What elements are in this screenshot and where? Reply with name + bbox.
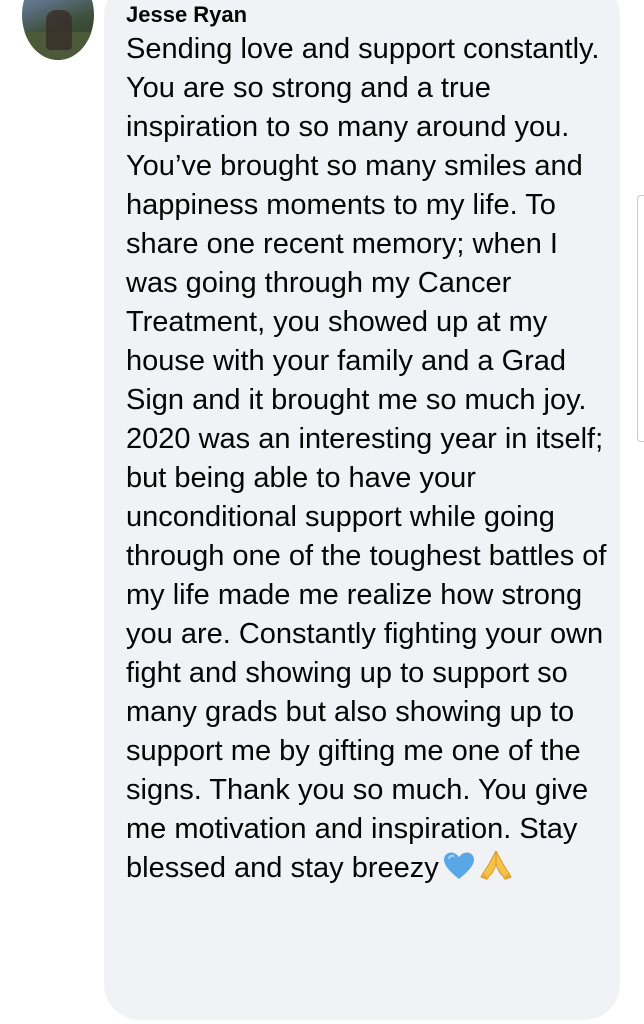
scrollbar[interactable] <box>637 195 644 442</box>
blue-heart-icon <box>443 851 475 881</box>
comment-text-block: Sending love and support constantly. You… <box>126 30 608 888</box>
avatar-photo-figure <box>46 10 72 50</box>
avatar[interactable] <box>22 0 94 60</box>
folded-hands-icon <box>479 849 513 881</box>
comment-text: Sending love and support constantly. You… <box>126 33 607 884</box>
comment-bubble: Jesse Ryan Sending love and support cons… <box>104 0 620 1020</box>
comment-author[interactable]: Jesse Ryan <box>126 0 602 30</box>
comment-screen: Jesse Ryan Sending love and support cons… <box>0 0 644 1024</box>
